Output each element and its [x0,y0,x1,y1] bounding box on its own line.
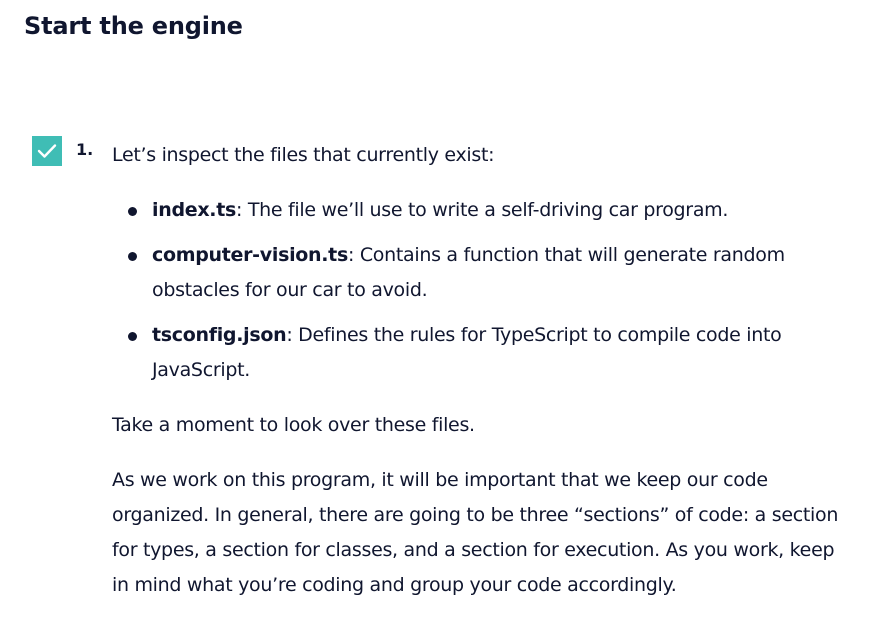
task-paragraph: As we work on this program, it will be i… [112,469,839,596]
list-item: computer-vision.ts: Contains a function … [128,238,852,308]
page-title: Start the engine [24,12,243,40]
list-item: index.ts: The file we’ll use to write a … [128,193,852,228]
list-item: tsconfig.json: Defines the rules for Typ… [128,318,852,388]
file-list: index.ts: The file we’ll use to write a … [112,193,852,388]
file-description: : The file we’ll use to write a self-dri… [236,199,729,221]
file-name: computer-vision.ts [152,244,348,266]
task-checkbox[interactable] [32,136,62,166]
file-name: index.ts [152,199,236,221]
task-paragraph: Take a moment to look over these files. [112,414,475,436]
task-number: 1. [76,140,94,159]
file-name: tsconfig.json [152,324,287,346]
task-intro: Let’s inspect the files that currently e… [112,144,495,166]
checkmark-icon [37,144,57,158]
task-body: Let’s inspect the files that currently e… [112,138,852,603]
